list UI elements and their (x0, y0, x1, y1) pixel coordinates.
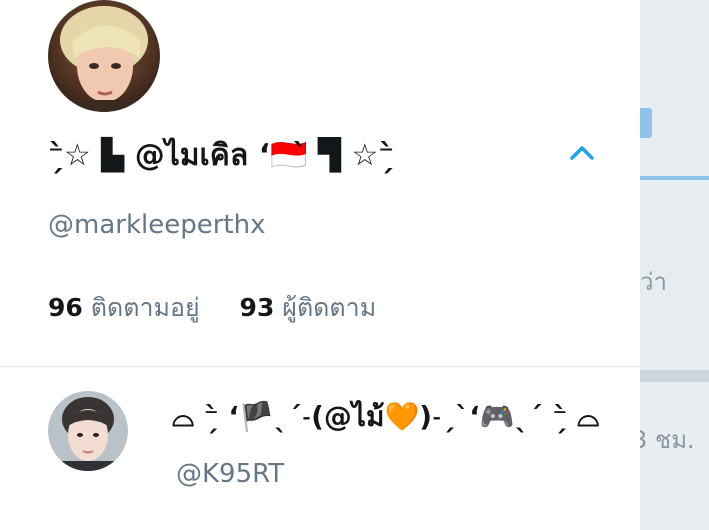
profile-display-name: ⁻̗̀☆ ▙ @ไมเคิล ʻ🇮🇩̀ ▜ ☆⁻̗̀ (48, 138, 395, 173)
account-switch-toggle[interactable] (564, 138, 600, 168)
follow-stats: 96 ติดตามอยู่ 93 ผู้ติดตาม (48, 288, 376, 328)
switch-account-item[interactable]: ⌓ ⁻̗̀ ʻ🏴ˎˊ˗(@ไม้🧡)˗ˏˋʻ🎮ˎˊ ⁻̗̀ ⌓ @K95RT (0, 367, 640, 530)
followers-link[interactable]: 93 ผู้ติดตาม (240, 288, 377, 328)
followers-label: ผู้ติดตาม (282, 293, 377, 322)
profile-photo-icon (48, 391, 128, 471)
profile-handle: @markleeperthx (48, 210, 266, 240)
account-drawer: ⁻̗̀☆ ▙ @ไมเคิล ʻ🇮🇩̀ ▜ ☆⁻̗̀ @markleeperth… (0, 0, 640, 530)
background-header (640, 0, 709, 176)
background-text: ว่า (640, 268, 667, 296)
following-label: ติดตามอยู่ (90, 293, 200, 322)
other-account-name: ⌓ ⁻̗̀ ʻ🏴ˎˊ˗(@ไม้🧡)˗ˏˋʻ🎮ˎˊ ⁻̗̀ ⌓ (172, 400, 600, 433)
following-count: 96 (48, 293, 83, 322)
chevron-up-icon (570, 146, 594, 160)
background-timestamp: 3 ชม. (640, 426, 695, 454)
profile-avatar[interactable] (48, 0, 160, 112)
compose-icon (640, 108, 652, 138)
other-account-avatar (48, 391, 128, 471)
followers-count: 93 (239, 293, 275, 322)
other-account-handle: @K95RT (176, 459, 285, 489)
background-page: ว่า 3 ชม. (640, 0, 709, 530)
following-link[interactable]: 96 ติดตามอยู่ (48, 288, 200, 328)
profile-photo-icon (48, 0, 160, 112)
